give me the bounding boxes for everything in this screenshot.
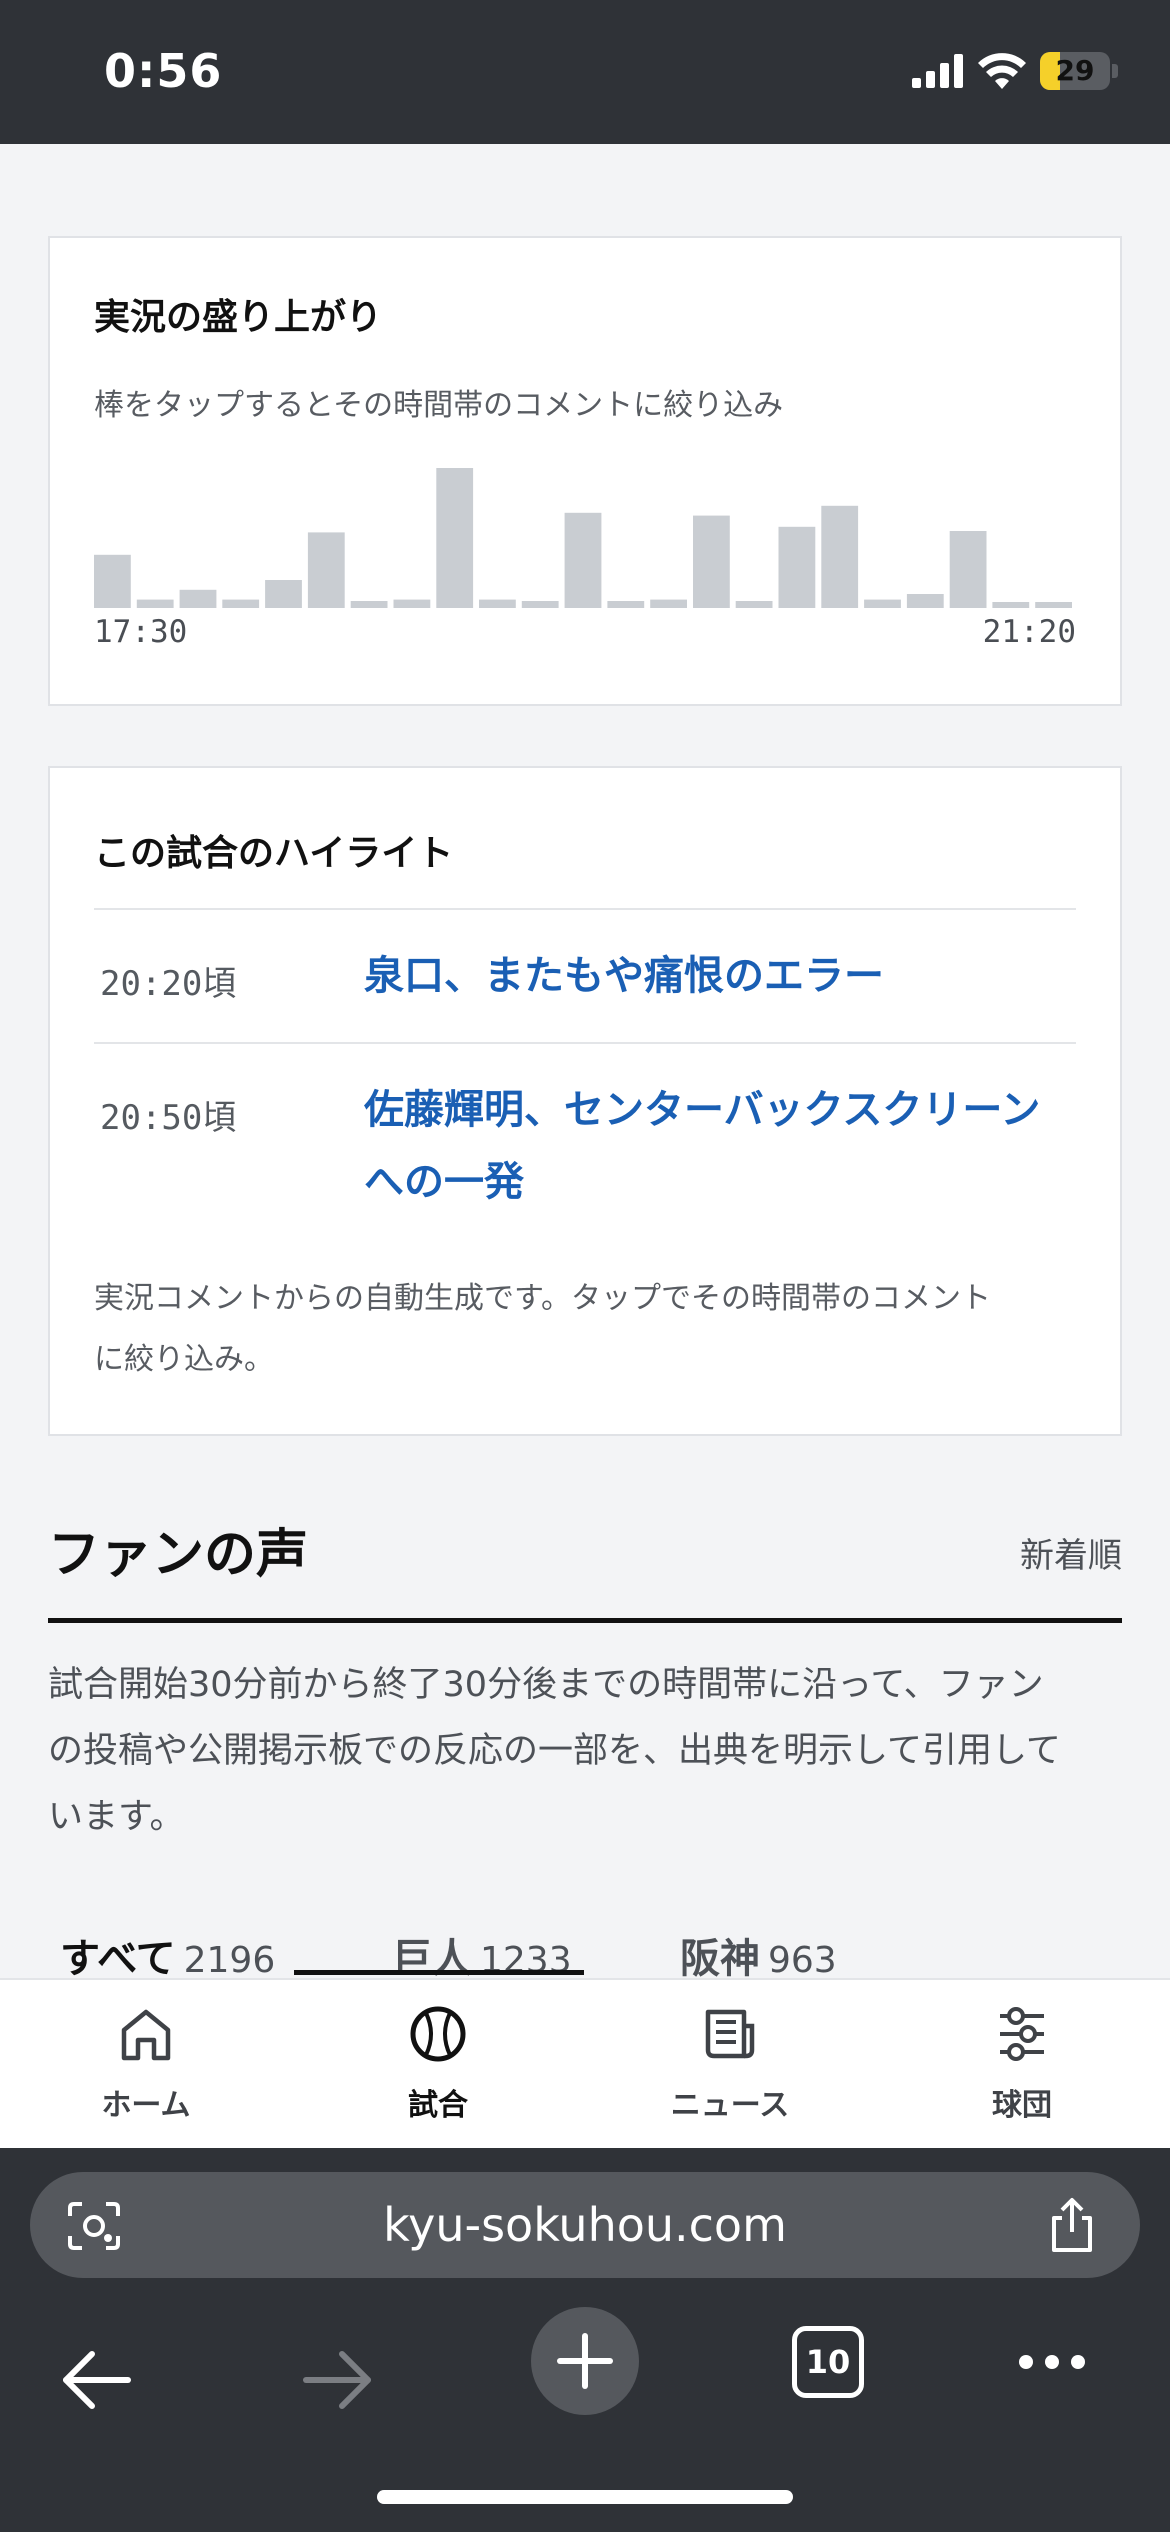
baseball-icon <box>410 2006 466 2062</box>
chart-bar[interactable] <box>778 526 816 608</box>
chart-bar[interactable] <box>607 601 645 608</box>
tab-count: 963 <box>768 1940 837 1978</box>
chart-bar[interactable] <box>992 602 1030 608</box>
chart-bar[interactable] <box>1035 602 1072 608</box>
status-time: 0:56 <box>104 44 223 98</box>
chart-bar[interactable] <box>864 599 901 608</box>
home-indicator <box>377 2490 793 2504</box>
chart-bar[interactable] <box>436 468 474 608</box>
highlights-title: この試合のハイライト <box>94 833 454 874</box>
highlight-item[interactable]: 20:50頃 佐藤輝明、センターバックスクリーン への一発 <box>94 1042 1076 1242</box>
chart-bar[interactable] <box>735 601 773 608</box>
chart-bar[interactable] <box>136 599 174 608</box>
highlights-card: この試合のハイライト 20:20頃 泉口、またもや痛恨のエラー 20:50頃 佐… <box>48 766 1122 1436</box>
share-icon[interactable] <box>1044 2196 1100 2254</box>
chart-bar[interactable] <box>179 589 217 608</box>
tab-all[interactable]: すべて 2196 <box>60 1926 275 1978</box>
sort-button[interactable]: 新着順 <box>1020 1528 1122 1577</box>
fan-tabs: すべて 2196 巨人 1233 阪神 963 <box>0 1926 1170 1978</box>
fans-description-line2: の投稿や公開掲示板での反応の一部を、出典を明示して引用して <box>48 1731 1061 1771</box>
url-text: kyu-sokuhou.com <box>383 2198 787 2252</box>
status-bar: 0:56 29 <box>0 0 1170 144</box>
home-icon <box>121 2009 171 2061</box>
fans-description-line3: います。 <box>48 1797 185 1837</box>
nav-home[interactable]: ホーム <box>0 1980 292 2150</box>
chart-bar[interactable] <box>521 601 559 608</box>
nav-game[interactable]: 試合 <box>292 1980 584 2150</box>
highlight-link[interactable]: 泉口、またもや痛恨のエラー <box>364 940 1076 1012</box>
highlight-link[interactable]: 佐藤輝明、センターバックスクリーン への一発 <box>364 1074 1076 1218</box>
battery-percent: 29 <box>1055 54 1095 87</box>
battery-indicator: 29 <box>1040 52 1118 90</box>
chart-bar[interactable] <box>350 601 388 608</box>
chart-bar[interactable] <box>564 512 602 608</box>
status-icons: 29 <box>912 52 1118 90</box>
tab-label: すべて <box>60 1936 176 1978</box>
section-divider <box>48 1618 1122 1623</box>
nav-team[interactable]: 球団 <box>876 1980 1168 2150</box>
chart-end-label: 21:20 <box>982 614 1076 650</box>
chart-bar[interactable] <box>307 532 345 608</box>
highlights-note-line2: に絞り込み。 <box>94 1342 274 1377</box>
nav-label: ニュース <box>670 2088 790 2123</box>
browser-toolbar: kyu-sokuhou.com 10 <box>0 2148 1170 2532</box>
highlights-note-line1: 実況コメントからの自動生成です。タップでその時間帯のコメント <box>94 1281 991 1316</box>
excitement-subtitle: 棒をタップするとその時間帯のコメントに絞り込み <box>94 388 784 423</box>
fans-description-line1: 試合開始30分前から終了30分後までの時間帯に沿って、ファン <box>48 1665 1044 1705</box>
back-icon[interactable] <box>60 2348 132 2412</box>
more-icon[interactable] <box>1016 2352 1088 2372</box>
nav-label: 球団 <box>992 2088 1052 2123</box>
chart-bar[interactable] <box>265 580 302 608</box>
nav-news[interactable]: ニュース <box>584 1980 876 2150</box>
chart-bar[interactable] <box>94 554 131 608</box>
highlight-time: 20:50頃 <box>100 1098 237 1138</box>
signal-icon <box>912 54 963 88</box>
excitement-chart[interactable] <box>94 460 1078 608</box>
tab-indicator <box>294 1970 584 1975</box>
tab-tigers[interactable]: 阪神 963 <box>680 1926 837 1978</box>
chart-bar[interactable] <box>949 531 987 608</box>
tab-label: 阪神 <box>680 1936 760 1978</box>
bottom-nav: ホーム 試合 ニュース 球団 <box>0 1978 1170 2148</box>
chart-bar[interactable] <box>693 515 730 608</box>
fans-description: 試合開始30分前から終了30分後までの時間帯に沿って、ファン の投稿や公開掲示板… <box>48 1652 1122 1850</box>
new-tab-icon[interactable] <box>530 2306 640 2416</box>
chart-bar[interactable] <box>393 599 431 608</box>
nav-label: 試合 <box>408 2088 468 2123</box>
tab-count: 10 <box>805 2343 851 2381</box>
excitement-card: 実況の盛り上がり 棒をタップするとその時間帯のコメントに絞り込み 17:30 2… <box>48 236 1122 706</box>
chart-bar[interactable] <box>821 505 859 608</box>
highlights-note: 実況コメントからの自動生成です。タップでその時間帯のコメント に絞り込み。 <box>94 1268 1070 1390</box>
chart-bar[interactable] <box>906 594 944 608</box>
tab-count: 2196 <box>183 1940 276 1978</box>
highlight-link-line2: への一発 <box>364 1159 524 1205</box>
forward-icon[interactable] <box>302 2348 374 2412</box>
chart-bar[interactable] <box>479 599 516 608</box>
nav-label: ホーム <box>101 2088 191 2123</box>
highlight-time: 20:20頃 <box>100 964 237 1004</box>
wifi-icon <box>978 53 1026 89</box>
team-icon <box>1000 2007 1044 2061</box>
tabs-button[interactable]: 10 <box>792 2326 864 2398</box>
chart-bar[interactable] <box>650 599 687 608</box>
news-icon <box>705 2009 755 2059</box>
highlight-link-line1: 佐藤輝明、センターバックスクリーン <box>364 1087 1041 1133</box>
excitement-title: 実況の盛り上がり <box>94 297 383 338</box>
fans-title: ファンの声 <box>48 1525 309 1585</box>
highlight-item[interactable]: 20:20頃 泉口、またもや痛恨のエラー <box>94 908 1076 1042</box>
chart-bar[interactable] <box>222 599 260 608</box>
url-bar[interactable]: kyu-sokuhou.com <box>30 2172 1140 2278</box>
chart-start-label: 17:30 <box>94 614 188 650</box>
